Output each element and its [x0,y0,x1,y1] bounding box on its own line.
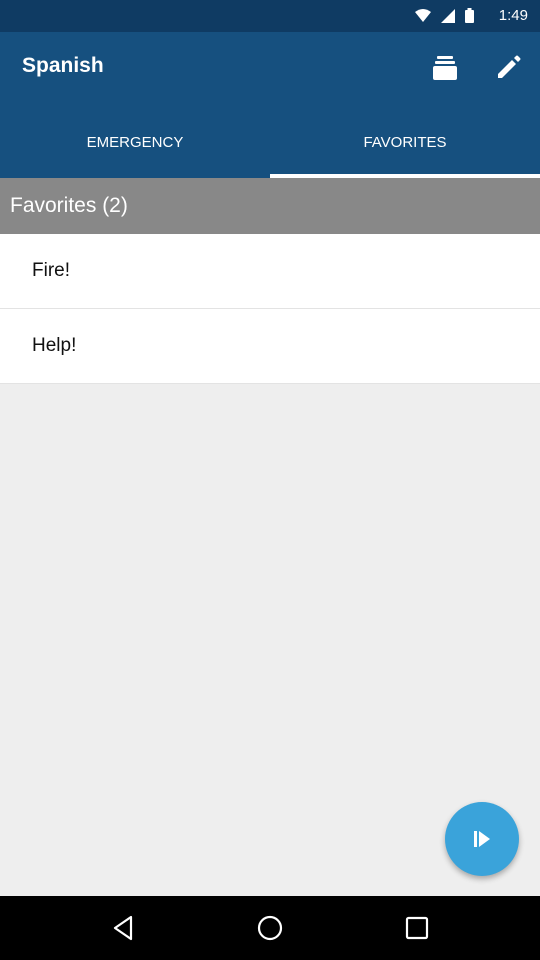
battery-icon [465,8,474,23]
status-icons [415,8,474,23]
app-bar: Spanish [0,32,540,106]
list-item[interactable]: Help! [0,309,540,384]
play-button[interactable] [445,802,519,876]
list-item-label: Help! [32,335,77,356]
status-bar: 1:49 [0,0,540,32]
back-button[interactable] [91,896,155,960]
section-title: Favorites (2) [10,194,128,217]
section-header: Favorites (2) [0,178,540,234]
pencil-icon [498,55,521,78]
edit-button[interactable] [488,48,528,88]
home-button[interactable] [238,896,302,960]
list-item-label: Fire! [32,260,70,281]
tab-favorites[interactable]: FAVORITES [270,106,540,178]
list-item[interactable]: Fire! [0,234,540,309]
play-next-icon [474,831,490,847]
tab-bar: EMERGENCY FAVORITES [0,106,540,178]
signal-icon [441,8,455,23]
stack-button[interactable] [425,48,465,88]
tab-emergency[interactable]: EMERGENCY [0,106,270,178]
status-time: 1:49 [498,7,528,24]
stack-icon [433,56,457,80]
favorites-list: Fire! Help! [0,234,540,384]
navigation-bar [0,896,540,960]
tab-label: FAVORITES [363,133,447,151]
app-title: Spanish [22,54,104,77]
home-icon [257,915,283,941]
recents-icon [405,916,428,940]
tab-label: EMERGENCY [86,133,184,151]
recents-button[interactable] [385,896,449,960]
back-icon [114,915,133,941]
wifi-icon [415,8,431,22]
